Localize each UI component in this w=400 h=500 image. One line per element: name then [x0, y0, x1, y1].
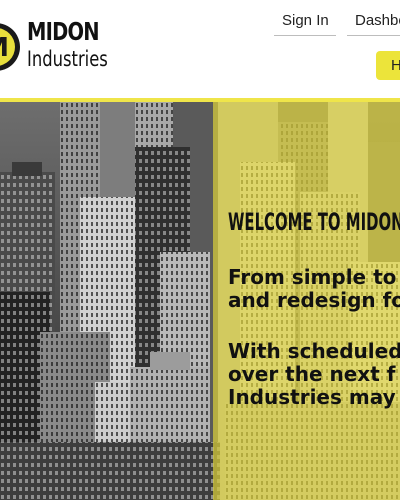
brand-logo[interactable]: M MIDON Industries: [0, 17, 110, 77]
hero-paragraph-2: With scheduled over the next f Industrie…: [228, 340, 400, 409]
dashboard-link[interactable]: Dashbo: [347, 8, 400, 36]
hero-paragraph-1-line-2: and redesign fo: [228, 288, 400, 312]
hero-banner: WELCOME TO MIDON From simple to and rede…: [0, 102, 400, 500]
hero-paragraph-1-line-1: From simple to: [228, 265, 397, 289]
brand-name-secondary: Industries: [27, 47, 108, 71]
sign-in-link[interactable]: Sign In: [274, 8, 336, 36]
brand-name-primary: MIDON: [27, 17, 100, 46]
hero-paragraph-1: From simple to and redesign fo: [228, 266, 400, 312]
site-header: M MIDON Industries Sign In Dashbo H: [0, 0, 400, 98]
cta-button[interactable]: H: [376, 51, 400, 80]
logo-badge-icon: M: [0, 23, 20, 71]
hero-paragraph-2-line-1: With scheduled: [228, 339, 400, 363]
hero-paragraph-2-line-3: Industries may: [228, 385, 396, 409]
hero-paragraph-2-line-2: over the next f: [228, 362, 396, 386]
logo-badge-letter: M: [0, 33, 9, 63]
hero-heading: WELCOME TO MIDON: [228, 208, 400, 236]
